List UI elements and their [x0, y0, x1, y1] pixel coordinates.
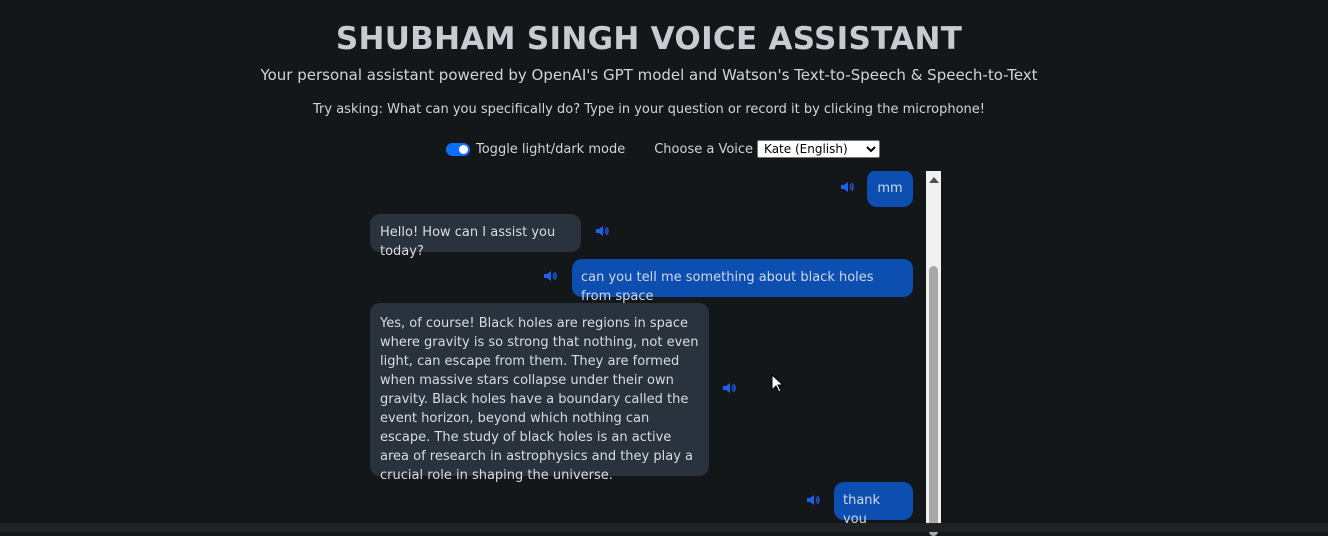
scroll-up-arrow-icon[interactable]	[929, 177, 939, 183]
scroll-thumb[interactable]	[929, 266, 938, 536]
page-title: SHUBHAM SINGH VOICE ASSISTANT	[335, 21, 963, 57]
user-message-bubble: mm	[867, 171, 913, 207]
theme-toggle-label: Toggle light/dark mode	[476, 141, 626, 157]
speaker-icon[interactable]	[595, 225, 609, 237]
speaker-icon[interactable]	[840, 181, 854, 193]
theme-toggle-switch[interactable]	[446, 142, 470, 156]
speaker-icon[interactable]	[543, 270, 557, 282]
speaker-icon[interactable]	[722, 382, 736, 394]
assistant-message-bubble: Hello! How can I assist you today?	[370, 214, 581, 259]
chat-scrollbar[interactable]	[926, 171, 941, 536]
bottom-edge	[0, 523, 1328, 532]
user-message-bubble: thank you	[834, 482, 913, 527]
voice-label: Choose a Voice	[654, 141, 754, 157]
voice-select[interactable]: Kate (English)	[757, 140, 881, 158]
speaker-icon[interactable]	[806, 494, 820, 506]
controls-bar: Toggle light/dark mode Choose a Voice Ka…	[446, 139, 881, 159]
assistant-message-bubble: Yes, of course! Black holes are regions …	[370, 303, 709, 483]
chat-log[interactable]: mm Hello! How can I assist you today? ca…	[368, 171, 924, 532]
toggle-knob	[459, 144, 468, 154]
usage-hint: Try asking: What can you specifically do…	[313, 102, 985, 117]
user-message-bubble: can you tell me something about black ho…	[572, 259, 913, 304]
mouse-pointer-icon	[771, 374, 785, 393]
page-subtitle: Your personal assistant powered by OpenA…	[260, 66, 1038, 84]
